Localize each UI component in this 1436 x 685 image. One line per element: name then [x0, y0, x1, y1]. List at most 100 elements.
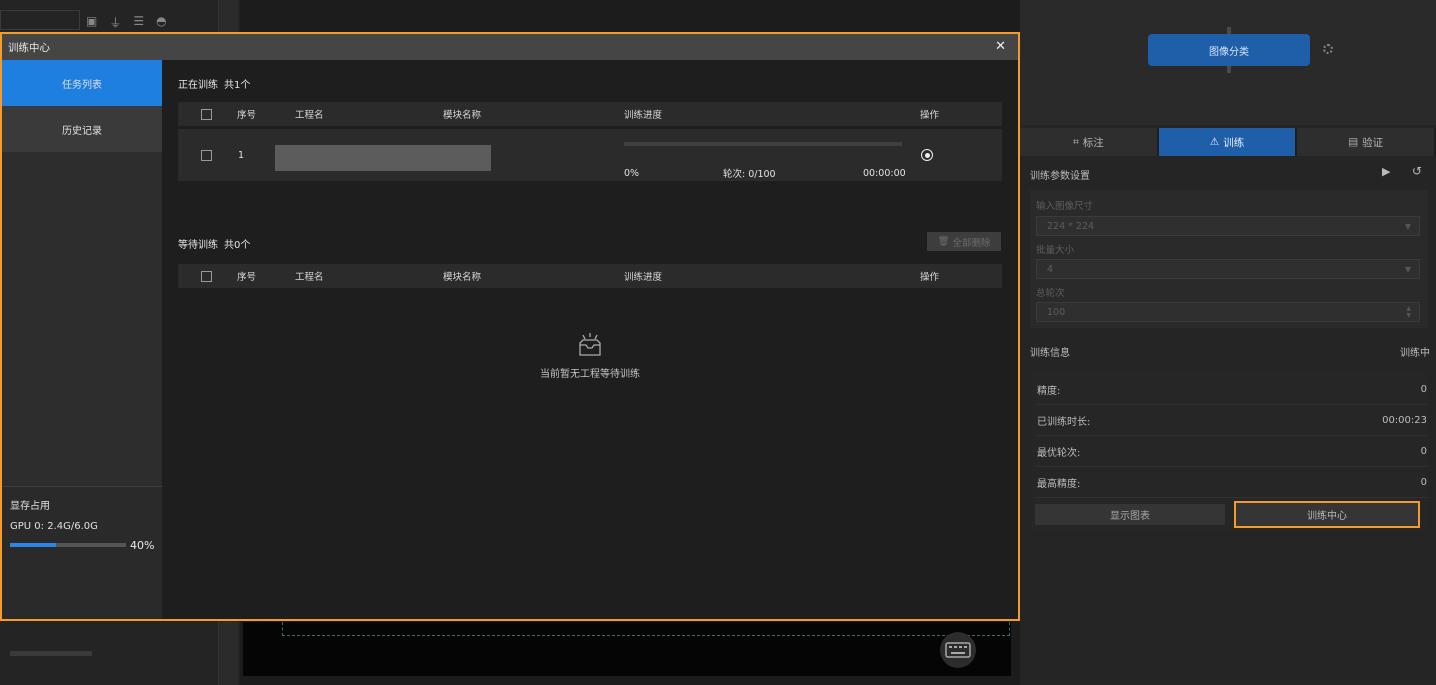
tab-validate-label: 验证 [1362, 136, 1384, 149]
vram-percent: 40% [130, 539, 155, 552]
empty-inbox-icon [578, 332, 602, 361]
col-module: 模块名称 [443, 110, 482, 121]
epochs-value: 100 [1047, 306, 1066, 318]
folder-icon: ◓ [156, 14, 167, 28]
info-value: 0 [1420, 384, 1427, 395]
reset-icon[interactable]: ↺ [1412, 164, 1422, 178]
loading-spinner-icon [1323, 44, 1333, 54]
annotate-icon: ⌗ [1072, 135, 1079, 148]
col-progress: 训练进度 [624, 272, 663, 283]
checkbox-box[interactable] [201, 108, 212, 120]
sidebar-item-history[interactable]: 历史记录 [2, 106, 162, 152]
trash-icon: 🗑 [937, 236, 950, 247]
epochs-input[interactable]: 100 ▲ ▼ [1036, 302, 1420, 322]
list-icon: ☰ [133, 14, 145, 28]
col-project: 工程名 [295, 272, 324, 283]
delete-all-label: 全部删除 [952, 237, 991, 249]
input-size-select[interactable]: 224 * 224 ▼ [1036, 216, 1420, 236]
stop-training-button[interactable] [921, 129, 933, 181]
info-label: 精度: [1037, 386, 1061, 397]
select-all-checkbox[interactable] [201, 102, 212, 126]
batch-size-label: 批量大小 [1036, 245, 1075, 256]
background-toolbar: ▣ ⏚ ☰ ◓ [86, 14, 216, 30]
right-panel: 图像分类 ⌗ 标注 ⚠ 训练 ▤ 验证 训练参数设置 ▶ ↺ 输入图像尺寸 22… [1020, 0, 1436, 685]
training-count: 共1个 [224, 80, 251, 91]
tab-train-label: 训练 [1223, 136, 1245, 149]
waiting-table-header: 序号 工程名 模块名称 训练进度 操作 [178, 264, 1002, 288]
sidebar-item-tasks[interactable]: 任务列表 [2, 60, 162, 106]
keyboard-icon [945, 642, 971, 658]
batch-size-value: 4 [1047, 263, 1054, 275]
tab-train[interactable]: ⚠ 训练 [1158, 128, 1298, 156]
vram-progress-fill [10, 543, 57, 547]
input-size-value: 224 * 224 [1047, 220, 1095, 232]
col-actions: 操作 [920, 110, 940, 121]
stepper-icon: ▲ ▼ [1406, 305, 1411, 319]
info-label: 已训练时长: [1037, 417, 1091, 428]
info-label: 最高精度: [1037, 479, 1081, 490]
row-index: 1 [238, 149, 245, 161]
epochs-label: 总轮次 [1036, 288, 1065, 299]
dialog-sidebar: 任务列表 历史记录 显存占用 GPU 0: 2.4G/6.0G 40% [2, 60, 162, 619]
batch-size-select[interactable]: 4 ▼ [1036, 259, 1420, 279]
col-index: 序号 [237, 272, 257, 283]
col-module: 模块名称 [443, 272, 482, 283]
tab-validate[interactable]: ▤ 验证 [1297, 128, 1436, 156]
param-settings-box: 输入图像尺寸 224 * 224 ▼ 批量大小 4 ▼ 总轮次 100 ▲ ▼ [1030, 190, 1428, 328]
train-center-button[interactable]: 训练中心 [1234, 501, 1420, 528]
training-table-header: 序号 工程名 模块名称 训练进度 操作 [178, 102, 1002, 126]
gpu-usage-text: GPU 0: 2.4G/6.0G [10, 521, 98, 532]
play-icon[interactable]: ▶ [1382, 165, 1390, 178]
right-panel-tabs: ⌗ 标注 ⚠ 训练 ▤ 验证 [1020, 128, 1436, 156]
training-section-title: 正在训练 共1个 [178, 76, 250, 91]
info-row-best-accuracy: 最高精度: 0 [1037, 468, 1427, 498]
background-search-box [0, 10, 80, 30]
image-classification-node[interactable]: 图像分类 [1148, 34, 1310, 66]
close-icon[interactable]: ✕ [995, 39, 1006, 54]
project-name-redacted [275, 145, 491, 171]
empty-state-text: 当前暂无工程等待训练 [540, 369, 640, 380]
vram-title: 显存占用 [10, 501, 50, 512]
keyboard-button[interactable] [940, 632, 976, 668]
waiting-title: 等待训练 [178, 240, 218, 251]
col-actions: 操作 [920, 272, 940, 283]
chevron-down-icon: ▼ [1404, 264, 1411, 274]
train-center-dialog: 训练中心 ✕ 任务列表 历史记录 显存占用 GPU 0: 2.4G/6.0G 4… [0, 32, 1020, 621]
col-project: 工程名 [295, 110, 324, 121]
checkbox-box[interactable] [201, 149, 212, 161]
info-value: 0 [1420, 477, 1427, 488]
background-progress-bar [10, 651, 92, 656]
info-row-best-epoch: 最优轮次: 0 [1037, 437, 1427, 467]
train-icon: ⚠ [1209, 136, 1220, 148]
radio-icon[interactable] [921, 149, 933, 161]
info-value: 0 [1420, 446, 1427, 457]
dialog-title-bar: 训练中心 ✕ [2, 34, 1018, 60]
delete-all-button[interactable]: 🗑 全部删除 [927, 232, 1001, 251]
info-label: 最优轮次: [1037, 448, 1081, 459]
tab-annotate[interactable]: ⌗ 标注 [1020, 128, 1159, 156]
elapsed-time: 00:00:00 [863, 167, 906, 179]
tab-annotate-label: 标注 [1082, 136, 1104, 149]
table-row: 1 0% 轮次: 0/100 00:00:00 [178, 127, 1002, 181]
training-title: 正在训练 [178, 80, 218, 91]
background-selection-outline [282, 622, 1010, 636]
filter-icon: ⏚ [109, 16, 122, 30]
train-info-title: 训练信息 [1030, 348, 1070, 359]
param-settings-title: 训练参数设置 [1030, 171, 1090, 182]
select-all-checkbox[interactable] [201, 264, 212, 288]
chevron-down-icon: ▼ [1404, 221, 1411, 231]
col-index: 序号 [237, 110, 257, 121]
train-status-text: 训练中 [1400, 348, 1430, 359]
validate-icon: ▤ [1348, 136, 1359, 148]
info-value: 00:00:23 [1382, 415, 1427, 426]
vram-progress-bar [10, 543, 126, 547]
row-checkbox[interactable] [201, 129, 212, 181]
dialog-main: 正在训练 共1个 序号 工程名 模块名称 训练进度 操作 1 0% 轮次: 0/1… [162, 60, 1018, 619]
epoch-text: 轮次: 0/100 [723, 169, 776, 180]
info-row-elapsed: 已训练时长: 00:00:23 [1037, 406, 1427, 436]
col-progress: 训练进度 [624, 110, 663, 121]
show-chart-button[interactable]: 显示图表 [1035, 504, 1225, 525]
checkbox-box[interactable] [201, 270, 212, 282]
input-size-label: 输入图像尺寸 [1036, 201, 1094, 212]
waiting-count: 共0个 [224, 240, 251, 251]
